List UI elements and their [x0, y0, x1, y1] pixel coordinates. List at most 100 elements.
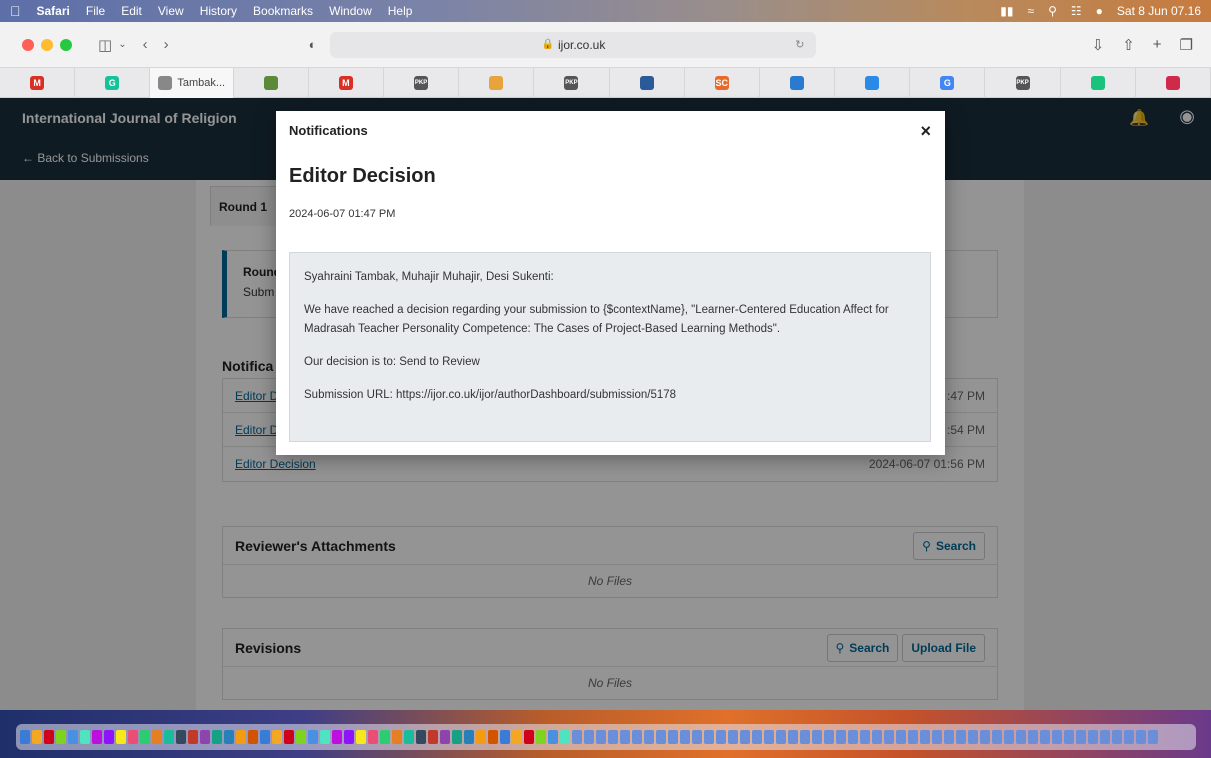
dock-app-icon[interactable] [1112, 730, 1122, 744]
dock-app-icon[interactable] [44, 730, 54, 744]
dock-app-icon[interactable] [944, 730, 954, 744]
dock-app-icon[interactable] [488, 730, 498, 744]
apple-icon[interactable]:  [10, 3, 21, 19]
dock-app-icon[interactable] [740, 730, 750, 744]
dock-app-icon[interactable] [116, 730, 126, 744]
dock-app-icon[interactable] [1004, 730, 1014, 744]
dock-app-icon[interactable] [20, 730, 30, 744]
browser-tab[interactable]: M [0, 67, 76, 98]
dock-app-icon[interactable] [272, 730, 282, 744]
new-tab-icon[interactable]: + [1153, 36, 1162, 54]
menu-app[interactable]: Safari [37, 4, 70, 18]
dock-app-icon[interactable] [224, 730, 234, 744]
dock-app-icon[interactable] [716, 730, 726, 744]
dock-app-icon[interactable] [1052, 730, 1062, 744]
dock-app-icon[interactable] [344, 730, 354, 744]
menu-history[interactable]: History [200, 4, 237, 18]
menu-view[interactable]: View [158, 4, 184, 18]
dock-app-icon[interactable] [392, 730, 402, 744]
dock-app-icon[interactable] [236, 730, 246, 744]
dock-app-icon[interactable] [200, 730, 210, 744]
dock-app-icon[interactable] [428, 730, 438, 744]
dock-app-icon[interactable] [356, 730, 366, 744]
browser-tab[interactable] [234, 67, 309, 98]
dock-app-icon[interactable] [620, 730, 630, 744]
dock-app-icon[interactable] [956, 730, 966, 744]
dock-app-icon[interactable] [512, 730, 522, 744]
dock-app-icon[interactable] [260, 730, 270, 744]
browser-tab[interactable]: PKP [384, 67, 460, 98]
dock-app-icon[interactable] [68, 730, 78, 744]
dock-app-icon[interactable] [704, 730, 714, 744]
dock-app-icon[interactable] [932, 730, 942, 744]
dock-app-icon[interactable] [824, 730, 834, 744]
browser-tab[interactable] [1061, 67, 1136, 98]
dock-app-icon[interactable] [812, 730, 822, 744]
dock-app-icon[interactable] [524, 730, 534, 744]
dock-app-icon[interactable] [368, 730, 378, 744]
dock-app-icon[interactable] [908, 730, 918, 744]
dock-app-icon[interactable] [536, 730, 546, 744]
dock-app-icon[interactable] [872, 730, 882, 744]
dock-app-icon[interactable] [848, 730, 858, 744]
dock-app-icon[interactable] [572, 730, 582, 744]
browser-tab[interactable]: PKP [985, 67, 1061, 98]
dock-app-icon[interactable] [668, 730, 678, 744]
dock-app-icon[interactable] [56, 730, 66, 744]
downloads-icon[interactable]: ⇩ [1092, 36, 1105, 54]
dock-app-icon[interactable] [980, 730, 990, 744]
close-window-button[interactable] [22, 38, 34, 51]
dock-app-icon[interactable] [752, 730, 762, 744]
dock-app-icon[interactable] [308, 730, 318, 744]
dock-app-icon[interactable] [728, 730, 738, 744]
dock-app-icon[interactable] [1136, 730, 1146, 744]
dock-app-icon[interactable] [800, 730, 810, 744]
dock-app-icon[interactable] [1028, 730, 1038, 744]
dock-app-icon[interactable] [1040, 730, 1050, 744]
browser-tab[interactable]: G [75, 67, 151, 98]
dock-app-icon[interactable] [1076, 730, 1086, 744]
menu-bookmarks[interactable]: Bookmarks [253, 4, 313, 18]
dock-app-icon[interactable] [296, 730, 306, 744]
dock-app-icon[interactable] [32, 730, 42, 744]
forward-icon[interactable]: › [164, 36, 169, 53]
close-icon[interactable]: × [920, 121, 931, 142]
spotlight-search-icon[interactable]: ⚲ [1048, 4, 1057, 18]
dock-app-icon[interactable] [548, 730, 558, 744]
dock-app-icon[interactable] [776, 730, 786, 744]
browser-tab[interactable]: M [309, 67, 384, 98]
dock-app-icon[interactable] [1124, 730, 1134, 744]
tab-overview-icon[interactable]: ❐ [1180, 36, 1193, 54]
dock-app-icon[interactable] [92, 730, 102, 744]
dock-app-icon[interactable] [920, 730, 930, 744]
dock-app-icon[interactable] [596, 730, 606, 744]
dock-app-icon[interactable] [896, 730, 906, 744]
dock-app-icon[interactable] [164, 730, 174, 744]
dock-app-icon[interactable] [1148, 730, 1158, 744]
browser-tab[interactable]: PKP [534, 67, 610, 98]
dock-app-icon[interactable] [992, 730, 1002, 744]
dock-app-icon[interactable] [188, 730, 198, 744]
dock-app-icon[interactable] [212, 730, 222, 744]
dock-app-icon[interactable] [464, 730, 474, 744]
reload-icon[interactable]: ↻ [795, 38, 804, 51]
browser-tab[interactable]: Tambak... [150, 67, 234, 98]
browser-tab[interactable] [760, 67, 836, 98]
dock-app-icon[interactable] [1100, 730, 1110, 744]
dock-app-icon[interactable] [608, 730, 618, 744]
dock-app-icon[interactable] [380, 730, 390, 744]
browser-tab[interactable] [459, 67, 535, 98]
dock-app-icon[interactable] [764, 730, 774, 744]
menu-edit[interactable]: Edit [121, 4, 142, 18]
share-icon[interactable]: ⇧ [1122, 36, 1135, 54]
dock-app-icon[interactable] [284, 730, 294, 744]
dock-app-icon[interactable] [152, 730, 162, 744]
dock-app-icon[interactable] [128, 730, 138, 744]
browser-tab[interactable] [1136, 67, 1211, 98]
address-bar[interactable]: 🔒 ijor.co.uk ↻ [330, 31, 817, 58]
dock-app-icon[interactable] [788, 730, 798, 744]
control-center-icon[interactable]: ☷ [1071, 4, 1082, 18]
dock-app-icon[interactable] [1064, 730, 1074, 744]
dock-app-icon[interactable] [404, 730, 414, 744]
dock-app-icon[interactable] [440, 730, 450, 744]
